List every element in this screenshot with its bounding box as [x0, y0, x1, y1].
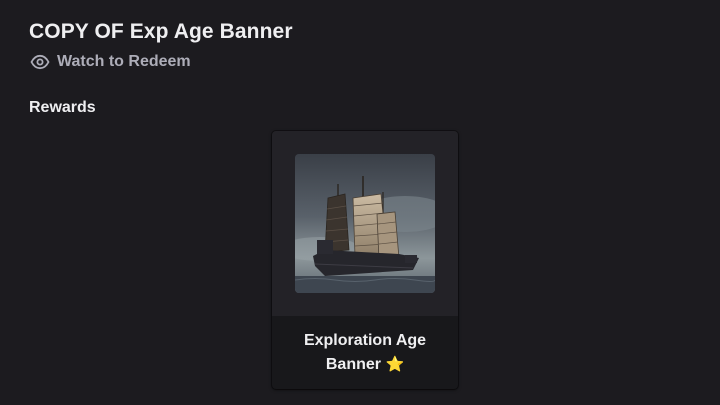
reward-card-media	[272, 131, 458, 316]
reward-card[interactable]: Exploration Age Banner ⭐	[272, 131, 458, 389]
star-icon: ⭐	[385, 356, 405, 373]
page-title: COPY OF Exp Age Banner	[29, 20, 293, 43]
watch-to-redeem: Watch to Redeem	[29, 51, 191, 72]
reward-name-line-1: Exploration Age	[303, 332, 427, 349]
reward-image	[295, 154, 435, 293]
eye-icon	[29, 51, 50, 72]
watch-to-redeem-label: Watch to Redeem	[57, 52, 191, 70]
reward-name: Exploration Age Banner ⭐	[272, 329, 458, 377]
reward-page: COPY OF Exp Age Banner Watch to Redeem R…	[0, 0, 720, 405]
reward-name-line-2: Banner ⭐	[272, 353, 458, 377]
reward-name-line-2-text: Banner	[325, 356, 381, 373]
rewards-section-label: Rewards	[29, 99, 96, 116]
